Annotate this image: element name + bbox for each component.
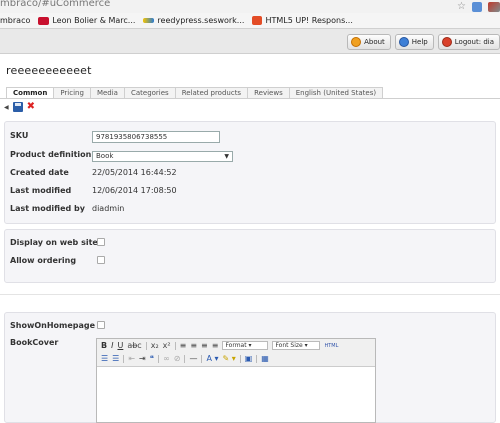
underline-button[interactable]: U [117,341,123,350]
created-label: Created date [10,168,69,177]
definition-label: Product definition [10,150,92,159]
page-title: reeeeeeeeeeet [6,64,92,77]
top-toolbar: About Help Logout: dia [0,29,500,54]
bullet-list-icon[interactable]: ☰ [101,354,108,363]
superscript-icon[interactable]: x² [163,341,171,350]
tab-divider [0,98,500,99]
info-icon [351,37,362,47]
unlink-icon[interactable]: ⊘ [174,354,181,363]
align-center-icon[interactable]: ≡ [190,341,197,350]
section-divider [0,294,500,295]
save-icon[interactable] [12,102,23,112]
toolbar-divider [158,354,160,363]
dropdown-arrow-icon: ▼ [224,153,229,160]
fontsize-label: Font Size [275,342,303,349]
site-icon [143,18,155,23]
toolbar-divider [256,354,258,363]
definition-value: Book [96,152,114,160]
bookcover-label: BookCover [10,338,59,347]
highlight-color-icon[interactable]: ✎ ▾ [222,354,235,363]
help-label: Help [411,38,428,46]
about-label: About [364,38,385,46]
format-label: Format [225,342,247,349]
outdent-icon[interactable]: ⇤ [128,354,135,363]
bookmark-leon-bolier[interactable]: Leon Bolier & Marc... [38,16,135,25]
html5-icon [252,16,263,25]
url-text[interactable]: mbraco/#uCommerce [0,0,110,9]
horizontal-rule-icon[interactable]: — [189,354,197,363]
bookmarks-bar: mbraco Leon Bolier & Marc... reedypress.… [0,13,500,29]
fontsize-dropdown[interactable]: Font Size ▾ [272,341,321,350]
editor-toolbar: B I U ab̶c x₂ x² ≡ ≡ ≡ ≡ Format ▾ Font S… [97,339,375,367]
bookmark-reedypress[interactable]: reedypress.seswork... [143,16,244,25]
youtube-icon [38,16,50,25]
toolbar-divider [201,354,203,363]
bookmark-umbraco[interactable]: mbraco [0,16,30,25]
modified-by-value: diadmin [92,204,125,213]
table-icon[interactable]: ▦ [261,354,269,363]
modified-label: Last modified [10,186,72,195]
browser-icons: ☆ [457,0,500,13]
bold-button[interactable]: B [101,341,107,350]
bookmark-html5up[interactable]: HTML5 UP! Respons... [252,16,353,25]
modified-by-label: Last modified by [10,204,85,213]
delete-icon[interactable]: ✖ [27,102,35,112]
bookcover-editor[interactable]: B I U ab̶c x₂ x² ≡ ≡ ≡ ≡ Format ▾ Font S… [96,338,376,423]
help-button[interactable]: Help [394,34,434,50]
link-icon[interactable]: ∞ [163,354,170,363]
display-web-checkbox[interactable] [97,238,105,246]
strikethrough-icon[interactable]: ab̶c [127,341,141,350]
address-bar[interactable]: mbraco/#uCommerce ☆ [0,0,500,13]
back-arrow-icon[interactable]: ◀ [4,104,9,111]
about-button[interactable]: About [347,34,391,50]
indent-icon[interactable]: ⇥ [139,354,146,363]
bookmark-label: HTML5 UP! Respons... [265,16,353,25]
definition-select[interactable]: Book ▼ [92,151,233,162]
format-dropdown[interactable]: Format ▾ [222,341,269,350]
modified-value: 12/06/2014 17:08:50 [92,186,177,195]
created-value: 22/05/2014 16:44:52 [92,168,177,177]
logout-button[interactable]: Logout: dia [437,34,500,50]
help-icon [398,37,409,47]
allow-ordering-checkbox[interactable] [97,256,105,264]
align-right-icon[interactable]: ≡ [201,341,208,350]
italic-button[interactable]: I [111,341,113,350]
sku-label: SKU [10,131,29,140]
bookmark-label: mbraco [0,16,31,25]
subscript-icon[interactable]: x₂ [151,341,159,350]
show-homepage-label: ShowOnHomepage [10,321,96,330]
sku-input[interactable]: 9781935806738555 [92,131,220,143]
toolbar-divider [145,341,147,350]
image-icon[interactable]: ▣ [245,354,253,363]
numbered-list-icon[interactable]: ☰ [112,354,119,363]
bookmark-label: Leon Bolier & Marc... [52,16,136,25]
logout-label: Logout: dia [454,38,494,46]
toolbar-divider [239,354,241,363]
action-bar: ◀ ✖ [4,101,35,113]
allow-ordering-label: Allow ordering [10,256,77,265]
toolbar-divider [184,354,186,363]
show-homepage-checkbox[interactable] [97,321,105,329]
bookmark-label: reedypress.seswork... [157,16,245,25]
extension-icon[interactable] [472,1,482,12]
logout-icon [441,37,452,47]
align-left-icon[interactable]: ≡ [180,341,187,350]
blockquote-icon[interactable]: ❝ [150,354,154,363]
display-web-label: Display on web site [10,238,98,247]
align-justify-icon[interactable]: ≡ [212,341,219,350]
toolbar-divider [174,341,176,350]
toolbar-divider [123,354,125,363]
html-button[interactable]: HTML [324,343,338,349]
text-color-icon[interactable]: A ▾ [206,354,218,363]
tools-icon[interactable] [488,1,500,12]
star-icon[interactable]: ☆ [457,1,466,12]
